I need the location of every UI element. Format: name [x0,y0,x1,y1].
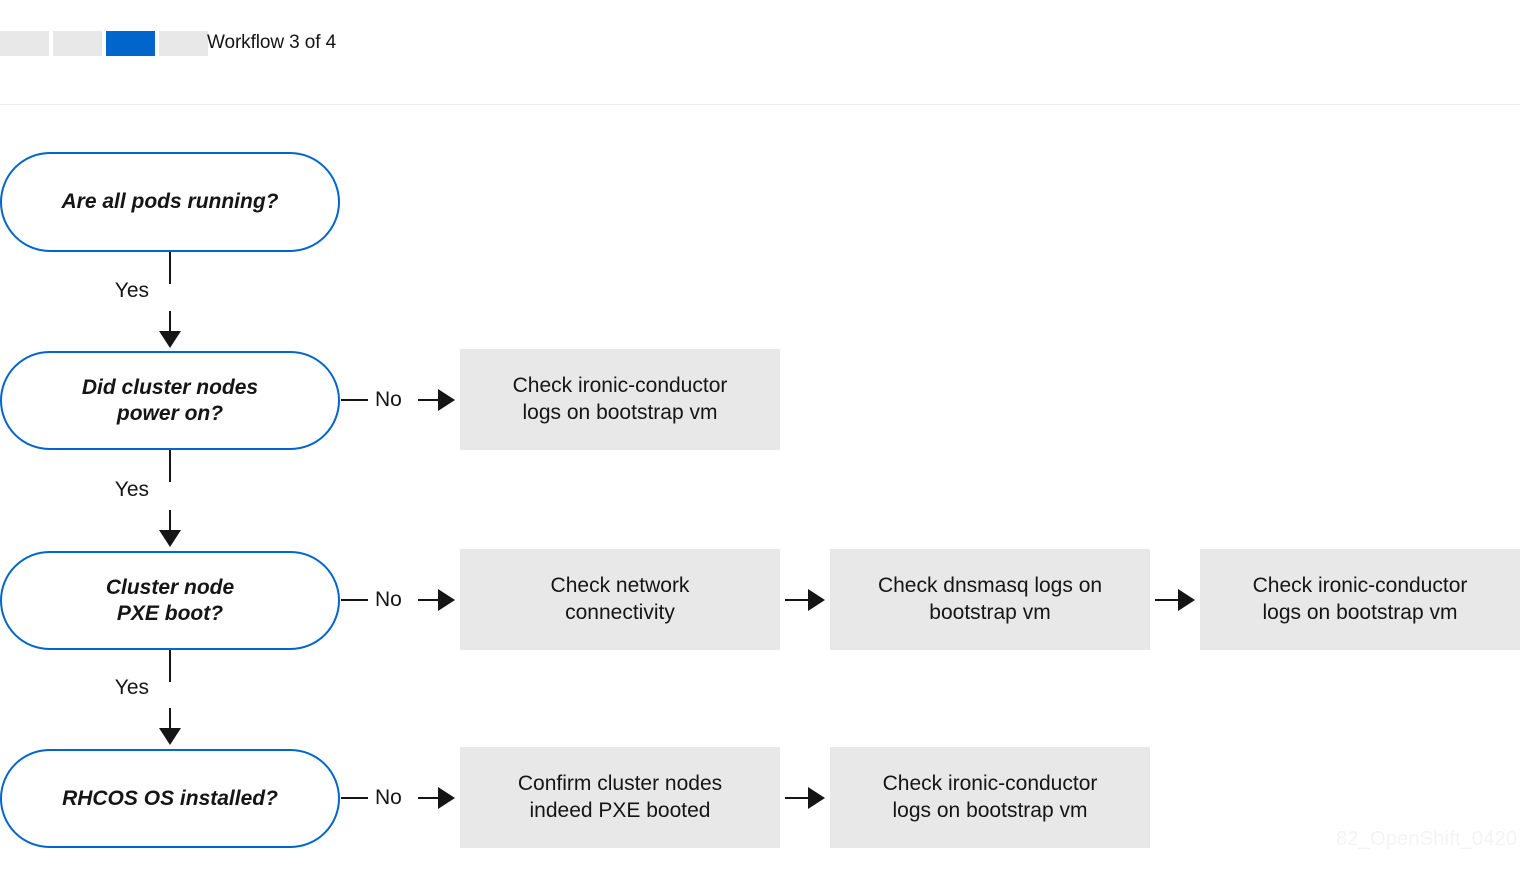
connector-pods-to-power [169,252,171,284]
decision-label: RHCOS OS installed? [62,786,278,810]
connector-no-stub-3 [341,797,368,799]
process-box-r2-s2: Check dnsmasq logs on bootstrap vm [830,549,1150,650]
connector-power-to-pxe [169,450,171,482]
connector-power-to-pxe-2 [169,510,171,532]
image-watermark: 82_OpenShift_0420 [1336,828,1518,850]
edge-label-yes-2: Yes [114,478,149,501]
process-box-r2-s3: Check ironic-conductor logs on bootstrap… [1200,549,1520,650]
arrow-right-r2-2 [1178,589,1195,611]
progress-segment-3-active [106,31,155,56]
workflow-step-label: Workflow 3 of 4 [207,32,337,53]
decision-label: Did cluster nodes power on? [81,375,259,425]
progress-segment-1 [0,31,49,56]
arrow-down-2 [159,530,181,547]
decision-label: Are all pods running? [61,190,279,214]
edge-label-no-3: No [375,786,402,809]
process-box-r1-s1: Check ironic-conductor logs on bootstrap… [460,349,780,450]
decision-node-pods-running: Are all pods running? [0,152,340,252]
edge-label-yes-3: Yes [114,676,149,699]
decision-node-pxe-boot: Cluster node PXE boot? [0,551,340,650]
process-box-label: Check ironic-conductor logs on bootstrap… [882,771,1098,822]
process-box-label: Confirm cluster nodes indeed PXE booted [517,771,723,822]
workflow-diagram-canvas: Workflow 3 of 4 Are all pods running? Ye… [0,0,1520,884]
arrow-right-r3-1 [808,787,825,809]
decision-node-nodes-power-on: Did cluster nodes power on? [0,351,340,450]
process-box-r2-s1: Check network connectivity [460,549,780,650]
edge-label-no-1: No [375,388,402,411]
process-box-r3-s2: Check ironic-conductor logs on bootstrap… [830,747,1150,848]
workflow-progress-bar [0,31,208,56]
connector-no-stub-2 [341,599,368,601]
decision-node-rhcos-installed: RHCOS OS installed? [0,749,340,848]
connector-pxe-to-rhcos [169,650,171,682]
arrow-right-no-3 [438,787,455,809]
arrow-right-no-2 [438,589,455,611]
process-box-label: Check network connectivity [550,573,690,624]
header-divider [0,104,1520,105]
process-box-label: Check dnsmasq logs on bootstrap vm [877,573,1103,624]
edge-label-no-2: No [375,588,402,611]
progress-segment-2 [53,31,102,56]
progress-segment-4 [159,31,208,56]
decision-label: Cluster node PXE boot? [105,575,235,625]
connector-pxe-to-rhcos-2 [169,708,171,730]
process-box-r3-s1: Confirm cluster nodes indeed PXE booted [460,747,780,848]
process-box-label: Check ironic-conductor logs on bootstrap… [1252,573,1468,624]
arrow-right-no-1 [438,389,455,411]
process-box-label: Check ironic-conductor logs on bootstrap… [512,373,728,424]
edge-label-yes-1: Yes [114,279,149,302]
connector-no-stub-1 [341,399,368,401]
arrow-right-r2-1 [808,589,825,611]
arrow-down-3 [159,728,181,745]
connector-pods-to-power-2 [169,311,171,333]
arrow-down-1 [159,331,181,348]
